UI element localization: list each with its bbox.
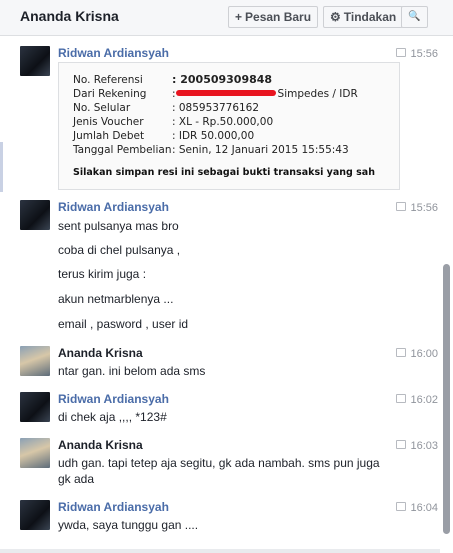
chat-bubble-icon [396,440,407,449]
composer-divider [0,549,440,553]
receipt-label: Tanggal Pembelian [73,144,172,156]
message-group: Ridwan Ardiansyah 15:56 sent pulsanya ma… [0,198,440,338]
gear-icon: ⚙ [330,10,341,24]
message-text: di chek aja ,,,, *123# [58,410,167,424]
message-list[interactable]: Ridwan Ardiansyah 15:56 No. Referensi : … [0,36,440,553]
avatar[interactable] [20,346,50,376]
message-text: akun netmarblenya ... [58,292,174,306]
receipt-value: : XL - Rp.50.000,00 [172,116,274,128]
message-group: Ananda Krisna 16:00 ntar gan. ini belom … [0,344,440,384]
message-text: gk ada [58,472,95,486]
actions-button[interactable]: ⚙ Tindakan [323,6,404,28]
message-text: ywda, saya tunggu gan .... [58,518,199,532]
receipt-value: : Simpedes / IDR [172,88,358,100]
receipt-value: : IDR 50.000,00 [172,130,255,142]
avatar[interactable] [20,392,50,422]
sender-name[interactable]: Ananda Krisna [58,346,143,360]
plus-icon: + [235,10,243,24]
search-icon: 🔍 [408,11,421,22]
receipt-label: No. Referensi [73,74,143,86]
message-text: email , pasword , user id [58,317,189,331]
chat-bubble-icon [396,502,407,511]
sender-name[interactable]: Ridwan Ardiansyah [58,46,169,60]
receipt-label: Jumlah Debet [73,130,145,142]
receipt-label: No. Selular [73,102,131,114]
timestamp: 16:04 [396,502,438,514]
chat-bubble-icon [396,48,407,57]
message-text: sent pulsanya mas bro [58,219,179,233]
timestamp: 15:56 [396,202,438,214]
timestamp: 16:00 [396,348,438,360]
message-group: Ridwan Ardiansyah 16:04 ywda, saya tungg… [0,498,440,538]
new-message-button[interactable]: + Pesan Baru [228,6,319,28]
conversation-title[interactable]: Ananda Krisna [20,8,119,24]
message-group: Ridwan Ardiansyah 16:02 di chek aja ,,,,… [0,390,440,430]
message-text: terus kirim juga : [58,267,147,281]
chat-bubble-icon [396,394,407,403]
avatar[interactable] [20,438,50,468]
scrollbar-thumb[interactable] [443,264,450,534]
conversation-header: Ananda Krisna + Pesan Baru ⚙ Tindakan 🔍 [0,0,453,36]
receipt-label: Jenis Voucher [73,116,144,128]
redaction-mark [175,90,276,96]
timestamp: 16:02 [396,394,438,406]
timestamp: 16:03 [396,440,438,452]
receipt-label: Dari Rekening [73,88,147,100]
new-message-label: Pesan Baru [245,10,312,24]
sender-name[interactable]: Ananda Krisna [58,438,143,452]
message-group: Ananda Krisna 16:03 udh gan. tapi tetep … [0,436,440,492]
search-button[interactable]: 🔍 [401,6,428,28]
sender-name[interactable]: Ridwan Ardiansyah [58,392,169,406]
chat-bubble-icon [396,202,407,211]
message-text: udh gan. tapi tetep aja segitu, gk ada n… [58,456,380,470]
message-text: ntar gan. ini belom ada sms [58,364,206,378]
scrollbar[interactable] [440,36,453,553]
receipt-value: : 085953776162 [172,102,260,114]
receipt-value: : Senin, 12 Januari 2015 15:55:43 [172,144,349,156]
message-text: coba di chel pulsanya , [58,243,181,257]
receipt-image[interactable]: No. Referensi : 200509309848 Dari Rekeni… [58,62,400,190]
sender-name[interactable]: Ridwan Ardiansyah [58,200,169,214]
chat-bubble-icon [396,348,407,357]
receipt-note: Silakan simpan resi ini sebagai bukti tr… [73,167,375,178]
avatar[interactable] [20,500,50,530]
avatar[interactable] [20,46,50,76]
avatar[interactable] [20,200,50,230]
actions-label: Tindakan [343,10,397,24]
timestamp: 15:56 [396,48,438,60]
sender-name[interactable]: Ridwan Ardiansyah [58,500,169,514]
message-group: Ridwan Ardiansyah 15:56 No. Referensi : … [0,40,440,190]
receipt-value: : 200509309848 [172,73,273,86]
